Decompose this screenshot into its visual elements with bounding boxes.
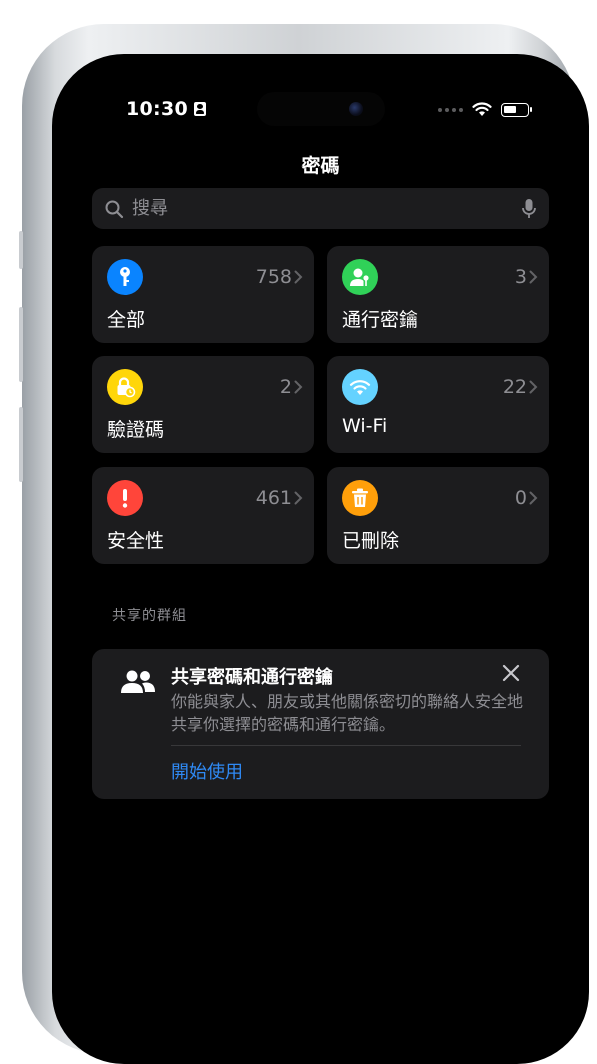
card-title: 共享密碼和通行密鑰 <box>171 667 333 688</box>
microphone-icon[interactable] <box>521 198 537 220</box>
category-count: 0 <box>514 487 527 509</box>
category-deleted[interactable]: 0 已刪除 <box>327 467 549 564</box>
page-title: 密碼 <box>301 155 340 177</box>
volume-down-button <box>19 407 23 482</box>
chevron-right-icon <box>529 270 538 284</box>
category-count: 22 <box>502 376 527 398</box>
chevron-right-icon <box>529 380 538 394</box>
status-indicators <box>438 102 532 117</box>
category-security[interactable]: 461 安全性 <box>92 467 314 564</box>
category-count: 461 <box>255 487 292 509</box>
people-icon <box>121 670 155 693</box>
chevron-right-icon <box>294 491 303 505</box>
category-label: Wi-Fi <box>342 415 388 437</box>
search-bar[interactable] <box>92 188 549 229</box>
category-codes[interactable]: 2 驗證碼 <box>92 356 314 453</box>
shared-groups-header: 共享的群組 <box>112 608 187 624</box>
category-passkeys[interactable]: 3 通行密鑰 <box>327 246 549 343</box>
wifi-status-icon <box>472 102 492 116</box>
category-all[interactable]: 758 全部 <box>92 246 314 343</box>
chevron-right-icon <box>294 380 303 394</box>
category-wifi[interactable]: 22 Wi-Fi <box>327 356 549 453</box>
exclamation-icon <box>107 480 143 516</box>
divider <box>171 745 521 746</box>
category-count: 2 <box>279 376 292 398</box>
close-icon[interactable] <box>501 663 521 683</box>
person-key-icon <box>342 259 378 295</box>
trash-icon <box>342 480 378 516</box>
cellular-signal-icon <box>438 107 463 112</box>
wifi-icon <box>342 369 378 405</box>
get-started-button[interactable]: 開始使用 <box>171 758 243 784</box>
time-label: 10:30 <box>126 98 188 120</box>
battery-icon <box>501 102 532 117</box>
chevron-right-icon <box>529 491 538 505</box>
action-button <box>19 231 23 269</box>
category-label: 驗證碼 <box>107 419 165 441</box>
phone-frame: 10:30 密碼 搜尋 758 全部 3 通行密鑰 2 驗證碼 22 Wi-Fi… <box>19 24 589 1064</box>
card-description: 你能與家人、朋友或其他關係密切的聯絡人安全地共享你選擇的密碼和通行密鑰。 <box>171 692 524 734</box>
category-label: 已刪除 <box>342 530 400 552</box>
category-count: 758 <box>255 266 292 288</box>
volume-up-button <box>19 307 23 382</box>
category-label: 全部 <box>107 309 146 331</box>
screen: 10:30 密碼 搜尋 758 全部 3 通行密鑰 2 驗證碼 22 Wi-Fi… <box>52 54 589 1064</box>
contact-card-icon <box>193 102 206 116</box>
camera-icon <box>349 102 363 116</box>
dynamic-island <box>257 92 385 126</box>
key-icon <box>107 259 143 295</box>
category-label: 通行密鑰 <box>342 309 419 331</box>
search-input[interactable] <box>130 197 521 220</box>
category-label: 安全性 <box>107 530 165 552</box>
lock-clock-icon <box>107 369 143 405</box>
chevron-right-icon <box>294 270 303 284</box>
category-count: 3 <box>514 266 527 288</box>
shared-groups-card: 共享密碼和通行密鑰 你能與家人、朋友或其他關係密切的聯絡人安全地共享你選擇的密碼… <box>92 649 549 799</box>
search-icon <box>105 200 124 218</box>
status-time: 10:30 <box>126 98 206 120</box>
